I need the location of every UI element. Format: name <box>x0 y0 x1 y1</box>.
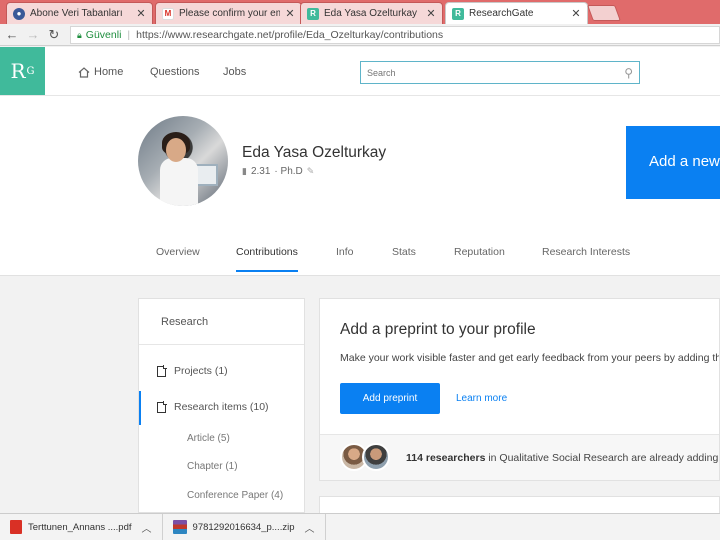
download-bar: Terttunen_Annans ....pdf ︿ 9781292016634… <box>0 513 720 540</box>
active-indicator <box>139 391 141 425</box>
search-icon[interactable]: ⚲ <box>624 66 633 80</box>
avatar[interactable] <box>362 443 390 471</box>
download-filename: Terttunen_Annans ....pdf <box>28 521 132 533</box>
chevron-up-icon[interactable]: ︿ <box>305 520 315 535</box>
researchers-suffix: in Qualitative Social Research are alrea… <box>485 452 720 464</box>
nav-home-label: Home <box>94 66 124 78</box>
tab-title: Abone Veri Tabanları <box>30 8 123 19</box>
nav-questions[interactable]: Questions <box>150 66 200 78</box>
nav-jobs[interactable]: Jobs <box>223 66 246 78</box>
research-sidebar: Research Projects (1) Research items (10… <box>138 298 305 513</box>
sidebar-item-projects[interactable]: Projects (1) <box>157 365 228 377</box>
logo-sup: G <box>26 65 35 77</box>
secure-label: Güvenli <box>85 29 122 41</box>
zip-icon <box>172 520 187 534</box>
avatar[interactable] <box>138 116 228 206</box>
forward-arrow-icon[interactable]: → <box>24 26 42 44</box>
close-icon[interactable]: ✕ <box>136 7 146 20</box>
researchgate-logo[interactable]: RG <box>0 47 45 95</box>
reload-icon[interactable]: ↻ <box>45 26 63 44</box>
sidebar-item-research-items[interactable]: Research items (10) <box>157 401 269 413</box>
profile-header: Eda Yasa Ozelturkay ▮ 2.31 · Ph.D ✎ Add … <box>0 96 720 276</box>
search-box[interactable]: ⚲ <box>360 61 640 84</box>
new-tab-button[interactable] <box>587 5 621 21</box>
site-header: RG Home Questions Jobs ⚲ <box>0 47 720 96</box>
add-preprint-button[interactable]: Add preprint <box>340 383 440 414</box>
tab-research-interests[interactable]: Research Interests <box>542 246 630 270</box>
profile-degree: · Ph.D <box>274 166 303 177</box>
home-icon <box>78 66 90 78</box>
search-input[interactable] <box>367 67 625 78</box>
card-description: Make your work visible faster and get ea… <box>340 352 720 364</box>
preprint-card: Add a preprint to your profile Make your… <box>319 298 720 481</box>
sidebar-subitem-chapter[interactable]: Chapter (1) <box>187 461 238 472</box>
tab-title: Eda Yasa Ozelturkay <box>324 8 418 19</box>
pencil-icon[interactable]: ✎ <box>307 166 315 177</box>
learn-more-link[interactable]: Learn more <box>456 393 507 404</box>
close-icon[interactable]: ✕ <box>285 7 295 20</box>
tab-reputation[interactable]: Reputation <box>454 246 505 270</box>
bar-chart-icon: ▮ <box>242 166 247 176</box>
pdf-icon <box>10 520 22 534</box>
profile-meta: ▮ 2.31 · Ph.D ✎ <box>242 166 314 177</box>
browser-tab-researchgate[interactable]: R ResearchGate ✕ <box>445 2 588 24</box>
document-icon <box>157 401 167 413</box>
nav-questions-label: Questions <box>150 66 200 78</box>
download-item[interactable]: 9781292016634_p....zip ︿ <box>163 513 326 540</box>
lock-icon: 🔒︎ <box>77 29 82 40</box>
tab-title: Please confirm your email <box>179 8 280 19</box>
divider <box>139 344 304 345</box>
browser-tab-gmail[interactable]: M Please confirm your email ✕ <box>155 2 302 24</box>
card-footer: 114 researchers in Qualitative Social Re… <box>320 434 720 480</box>
card-title: Add a preprint to your profile <box>340 321 536 338</box>
avatar-body <box>160 158 198 206</box>
sidebar-item-label: Research items (10) <box>174 401 269 413</box>
profile-tabs: Overview Contributions Info Stats Reputa… <box>0 239 720 275</box>
browser-tab-strip: ● Abone Veri Tabanları ✕ M Please confir… <box>0 0 720 24</box>
download-item[interactable]: Terttunen_Annans ....pdf ︿ <box>0 513 163 540</box>
browser-tab-abone[interactable]: ● Abone Veri Tabanları ✕ <box>6 2 153 24</box>
close-icon[interactable]: ✕ <box>571 7 581 20</box>
gmail-icon: M <box>162 7 174 20</box>
sidebar-item-label: Projects (1) <box>174 365 228 377</box>
avatar-face <box>166 138 186 162</box>
close-icon[interactable]: ✕ <box>426 7 436 20</box>
address-bar[interactable]: 🔒︎ Güvenli | https://www.researchgate.ne… <box>70 26 720 44</box>
globe-icon: ● <box>13 7 25 20</box>
profile-name: Eda Yasa Ozelturkay <box>242 144 387 161</box>
back-arrow-icon[interactable]: ← <box>3 26 21 44</box>
divider: | <box>127 29 131 41</box>
add-new-button[interactable]: Add a new <box>626 126 720 199</box>
download-filename: 9781292016634_p....zip <box>192 521 295 533</box>
sidebar-subitem-conference-paper[interactable]: Conference Paper (4) <box>187 490 283 501</box>
nav-jobs-label: Jobs <box>223 66 247 78</box>
browser-toolbar: ← → ↻ 🔒︎ Güvenli | https://www.researchg… <box>0 24 720 46</box>
tab-overview[interactable]: Overview <box>156 246 200 270</box>
logo-letter: R <box>10 59 26 83</box>
sidebar-subitem-article[interactable]: Article (5) <box>187 433 230 444</box>
researchgate-icon: R <box>452 7 464 20</box>
rg-score: 2.31 <box>250 166 271 177</box>
sidebar-title: Research <box>161 316 209 328</box>
nav-home[interactable]: Home <box>78 66 123 78</box>
tab-contributions[interactable]: Contributions <box>236 246 298 272</box>
document-icon <box>157 365 167 377</box>
researchers-count: 114 researchers <box>406 452 486 464</box>
tab-stats[interactable]: Stats <box>392 246 416 270</box>
tab-title: ResearchGate <box>469 8 534 19</box>
url-text: https://www.researchgate.net/profile/Eda… <box>136 29 444 41</box>
tab-info[interactable]: Info <box>336 246 354 270</box>
researchers-text: 114 researchers in Qualitative Social Re… <box>406 452 720 464</box>
researchgate-icon: R <box>307 7 319 20</box>
chevron-up-icon[interactable]: ︿ <box>142 520 152 535</box>
browser-tab-profile[interactable]: R Eda Yasa Ozelturkay ✕ <box>300 2 443 24</box>
